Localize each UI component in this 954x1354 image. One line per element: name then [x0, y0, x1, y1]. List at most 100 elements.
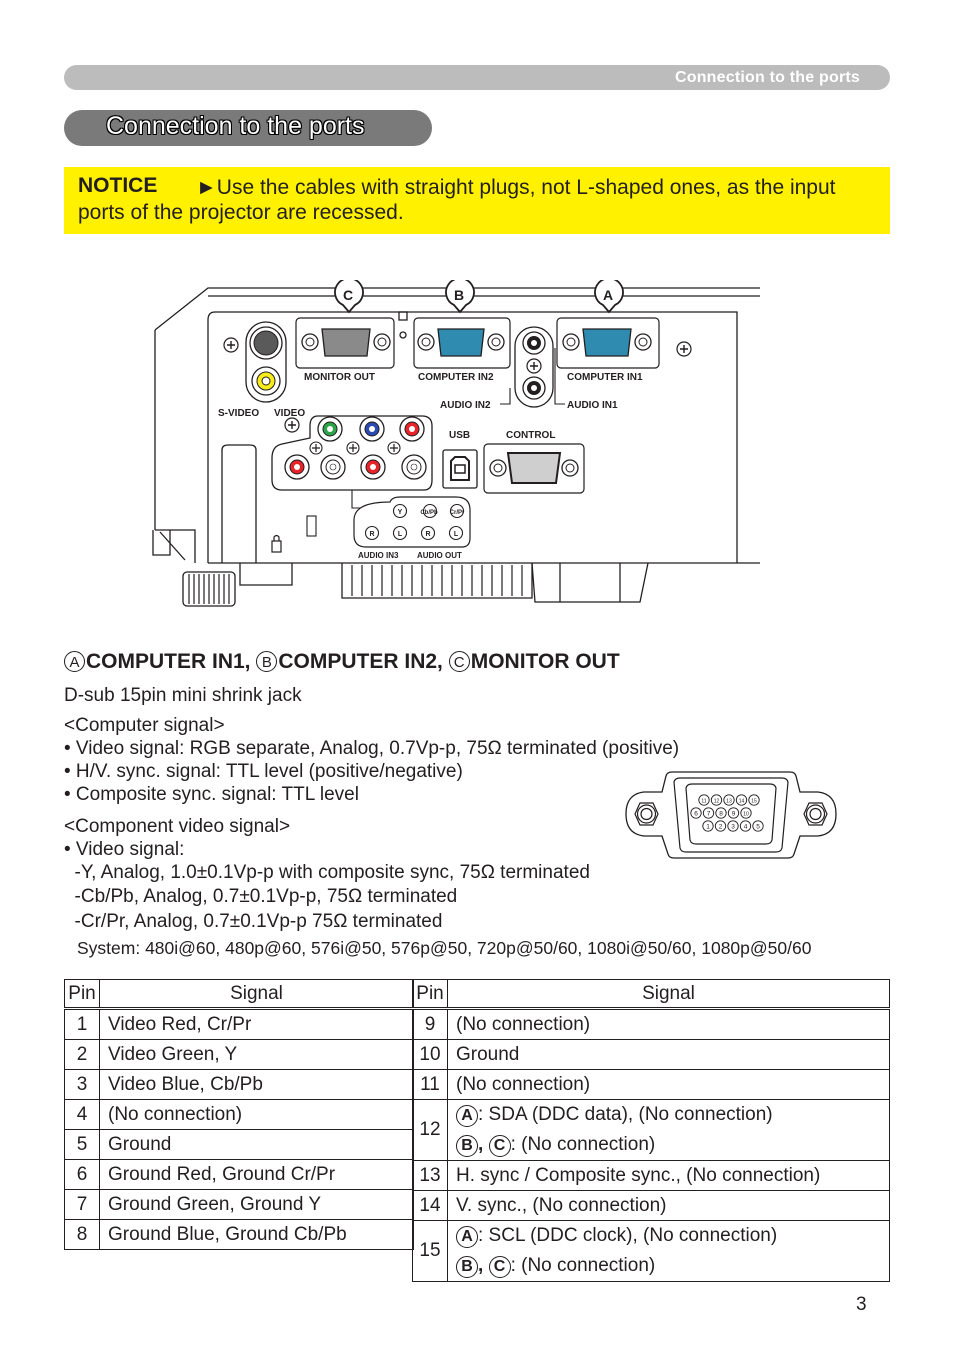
pin-signal: Video Green, Y: [99, 1039, 414, 1070]
computer-in2-port: [417, 328, 505, 357]
notice-text: ►Use the cables with straight plugs, not…: [78, 176, 836, 224]
usb-label: USB: [449, 430, 470, 441]
pin-number: 15: [412, 1220, 448, 1282]
kensington-lock-icon: [271, 534, 282, 553]
pin-label: 13: [726, 798, 732, 804]
component-signal-item: • Video signal:: [64, 839, 185, 860]
audio-in3-l-label: L: [398, 531, 403, 538]
running-header-title: Connection to the ports: [674, 69, 860, 86]
badge-c: C: [448, 651, 470, 672]
pin-number: 14: [412, 1190, 448, 1221]
callout-c-label: C: [343, 287, 353, 303]
pin-signal: Ground Red, Ground Cr/Pr: [99, 1159, 414, 1190]
security-slot: [306, 515, 317, 537]
header-pin: Pin: [412, 979, 448, 1010]
pin-label: 8: [719, 810, 723, 817]
system-formats: System: 480i@60, 480p@60, 576i@50, 576p@…: [77, 938, 812, 958]
projector-rear-panel-diagram: S-VIDEO VIDEO MONITOR OUT COMPUTER IN2 A…: [152, 280, 760, 607]
pin-label: 7: [707, 810, 711, 817]
pin-signal: (No connection): [447, 1069, 890, 1100]
pin-label: 15: [751, 798, 757, 804]
pin-signal-multi: A: SDA (DDC data), (No connection) B, C: …: [447, 1099, 890, 1161]
badge-a: A: [64, 651, 85, 672]
table-row: 2 Video Green, Y: [64, 1039, 414, 1070]
badge-b: B: [456, 1135, 478, 1157]
pin-label: 9: [732, 810, 736, 817]
pin-label: 11: [701, 798, 706, 804]
signal-text: : (No connection): [510, 1134, 656, 1155]
table-header: Pin Signal: [64, 979, 414, 1010]
table-row: 3 Video Blue, Cb/Pb: [64, 1069, 414, 1100]
pin-label: 14: [739, 798, 745, 804]
cb-pb-label: Cb/Pb: [420, 510, 438, 516]
pin-number: 8: [64, 1219, 100, 1250]
pin-signal: H. sync / Composite sync., (No connectio…: [447, 1160, 890, 1191]
table-row: 15 A: SCL (DDC clock), (No connection) B, …: [412, 1220, 890, 1282]
pin-label: 3: [731, 823, 735, 830]
signal-line: A: SDA (DDC data), (No connection): [456, 1100, 881, 1130]
pin-number: 7: [64, 1189, 100, 1220]
badge-c: C: [488, 1135, 511, 1157]
pin-label: 4: [744, 823, 748, 830]
pin-signal: (No connection): [99, 1099, 414, 1130]
cr-pr-label: Cr/Pr: [450, 510, 465, 516]
monitor-out-label: MONITOR OUT: [304, 372, 375, 383]
pin-number: 3: [64, 1069, 100, 1100]
pin-number: 11: [412, 1069, 448, 1100]
page-title-banner: Connection to the ports: [64, 110, 432, 146]
pin-label: 5: [756, 823, 760, 830]
pin-table-left: Pin Signal 1 Video Red, Cr/Pr 2 Video Green…: [64, 979, 414, 1250]
notice-box: NOTICE ►Use the cables with straight plu…: [64, 167, 890, 234]
pin-number: 2: [64, 1039, 100, 1070]
table-row: 14 V. sync., (No connection): [412, 1190, 890, 1221]
signal-text: : (No connection): [510, 1255, 656, 1276]
table-row: 8 Ground Blue, Ground Cb/Pb: [64, 1219, 414, 1250]
pin-signal-multi: A: SCL (DDC clock), (No connection) B, C:…: [447, 1220, 890, 1282]
page-title: Connection to the ports: [106, 112, 365, 140]
audio-in3-label: AUDIO IN3: [358, 551, 399, 560]
pin-label: 12: [714, 798, 720, 804]
table-row: 10 Ground: [412, 1039, 890, 1070]
heading-computer-in2: COMPUTER IN2,: [278, 650, 449, 673]
component-signal-title: <Component video signal>: [64, 816, 291, 837]
dsub15-pinout-diagram: 11 12 13 14 156 7 8 9 101 2 3 4 5: [625, 771, 837, 859]
callout-b-label: B: [454, 287, 464, 303]
computer-in1-port: [562, 328, 652, 357]
pin-number: 4: [64, 1099, 100, 1130]
pin-label: 2: [719, 823, 723, 830]
badge-a: A: [456, 1105, 478, 1127]
audio-in1-label: AUDIO IN1: [567, 400, 618, 411]
pin-label: 1: [706, 823, 710, 830]
signal-line: B, C: (No connection): [456, 1130, 881, 1160]
pin-label: 6: [694, 810, 698, 817]
computer-signal-item: • H/V. sync. signal: TTL level (positive…: [64, 761, 463, 782]
table-row: 5 Ground: [64, 1129, 414, 1160]
pin-number: 5: [64, 1129, 100, 1160]
component-signal-item: -Cr/Pr, Analog, 0.7±0.1Vp-p 75Ω terminat…: [64, 911, 443, 932]
table-row: 7 Ground Green, Ground Y: [64, 1189, 414, 1220]
pin-signal: Ground: [447, 1039, 890, 1070]
badge-separator: ,: [478, 1134, 489, 1155]
heading-computer-in1: COMPUTER IN1,: [86, 650, 257, 673]
pin-number: 10: [412, 1039, 448, 1070]
pin-signal: V. sync., (No connection): [447, 1190, 890, 1221]
table-row: 4 (No connection): [64, 1099, 414, 1130]
component-signal-item: -Cb/Pb, Analog, 0.7±0.1Vp-p, 75Ω termina…: [64, 886, 458, 907]
page-number: 3: [856, 1294, 867, 1315]
signal-line: A: SCL (DDC clock), (No connection): [456, 1221, 881, 1251]
y-label: Y: [398, 509, 403, 516]
table-row: 1 Video Red, Cr/Pr: [64, 1008, 414, 1040]
table-row: 12 A: SDA (DDC data), (No connection) B, C…: [412, 1099, 890, 1161]
computer-signal-title: <Computer signal>: [64, 715, 225, 736]
pin-label: 10: [743, 811, 749, 817]
table-row: 13 H. sync / Composite sync., (No connect…: [412, 1160, 890, 1191]
signal-text: : SCL (DDC clock), (No connection): [478, 1225, 778, 1246]
computer-signal-item: • Video signal: RGB separate, Analog, 0.…: [64, 738, 680, 759]
badge-b: B: [256, 651, 278, 672]
pin-signal: Video Blue, Cb/Pb: [99, 1069, 414, 1100]
s-video-label: S-VIDEO: [218, 408, 259, 419]
signal-text: : SDA (DDC data), (No connection): [478, 1104, 773, 1125]
badge-a: A: [456, 1226, 478, 1248]
video-label: VIDEO: [274, 408, 305, 419]
table-row: 9 (No connection): [412, 1008, 890, 1040]
